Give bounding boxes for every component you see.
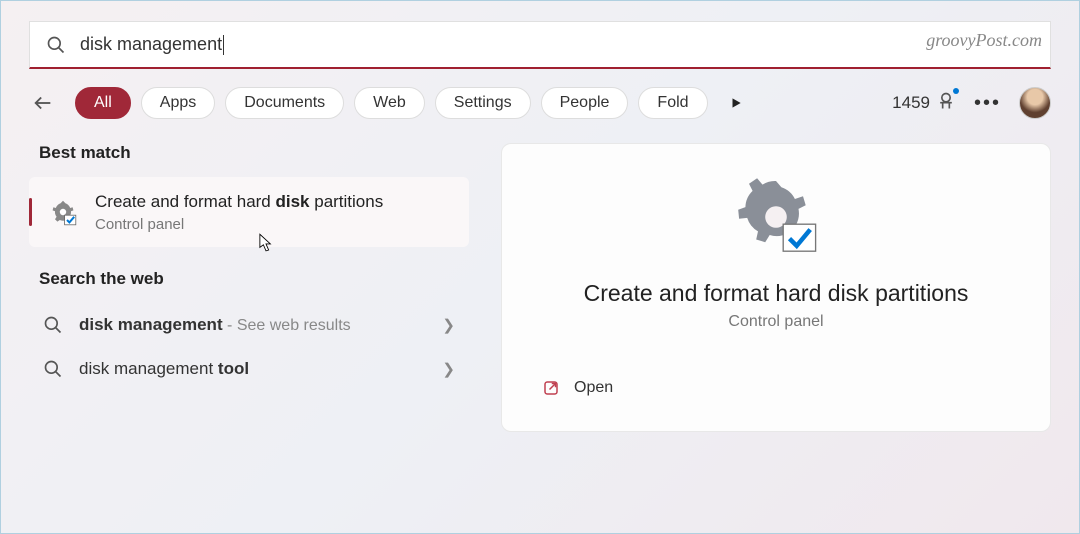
preview-panel: Create and format hard disk partitions C… <box>501 143 1051 432</box>
preview-subtitle: Control panel <box>542 313 1010 331</box>
search-icon <box>46 35 66 55</box>
chevron-right-icon: ❯ <box>442 360 455 378</box>
mouse-cursor-icon <box>259 233 273 253</box>
preview-icon <box>542 172 1010 262</box>
rewards-icon <box>936 91 956 116</box>
filter-chip-web[interactable]: Web <box>354 87 425 119</box>
filter-chip-settings[interactable]: Settings <box>435 87 531 119</box>
filter-chip-fold[interactable]: Fold <box>638 87 707 119</box>
filter-row: All Apps Documents Web Settings People Fold 14… <box>29 87 1051 119</box>
open-action[interactable]: Open <box>542 373 1010 403</box>
result-subtitle: Control panel <box>95 216 451 233</box>
open-label: Open <box>574 379 613 397</box>
best-match-header: Best match <box>29 143 469 163</box>
web-item-label: disk management tool <box>79 359 426 379</box>
open-external-icon <box>542 379 560 397</box>
search-bar[interactable]: disk management <box>29 21 1051 69</box>
result-title: Create and format hard disk partitions <box>95 191 451 214</box>
scroll-right-button[interactable] <box>724 91 748 115</box>
best-match-result[interactable]: Create and format hard disk partitions C… <box>29 177 469 247</box>
preview-title: Create and format hard disk partitions <box>542 280 1010 307</box>
disk-management-icon <box>47 196 79 228</box>
web-item-label: disk management - See web results <box>79 315 426 335</box>
more-options-button[interactable]: ••• <box>966 92 1009 115</box>
web-search-item[interactable]: disk management tool ❯ <box>29 347 469 391</box>
back-button[interactable] <box>29 89 57 117</box>
user-avatar[interactable] <box>1019 87 1051 119</box>
filter-chip-documents[interactable]: Documents <box>225 87 344 119</box>
web-search-item[interactable]: disk management - See web results ❯ <box>29 303 469 347</box>
chevron-right-icon: ❯ <box>442 316 455 334</box>
search-web-header: Search the web <box>29 269 469 289</box>
watermark: groovyPost.com <box>926 30 1042 51</box>
text-caret <box>223 35 224 55</box>
search-icon <box>43 359 63 379</box>
search-icon <box>43 315 63 335</box>
filter-chip-apps[interactable]: Apps <box>141 87 215 119</box>
search-input[interactable]: disk management <box>80 34 1034 55</box>
filter-chip-people[interactable]: People <box>541 87 629 119</box>
rewards-points[interactable]: 1459 <box>892 91 956 116</box>
filter-chip-all[interactable]: All <box>75 87 131 119</box>
